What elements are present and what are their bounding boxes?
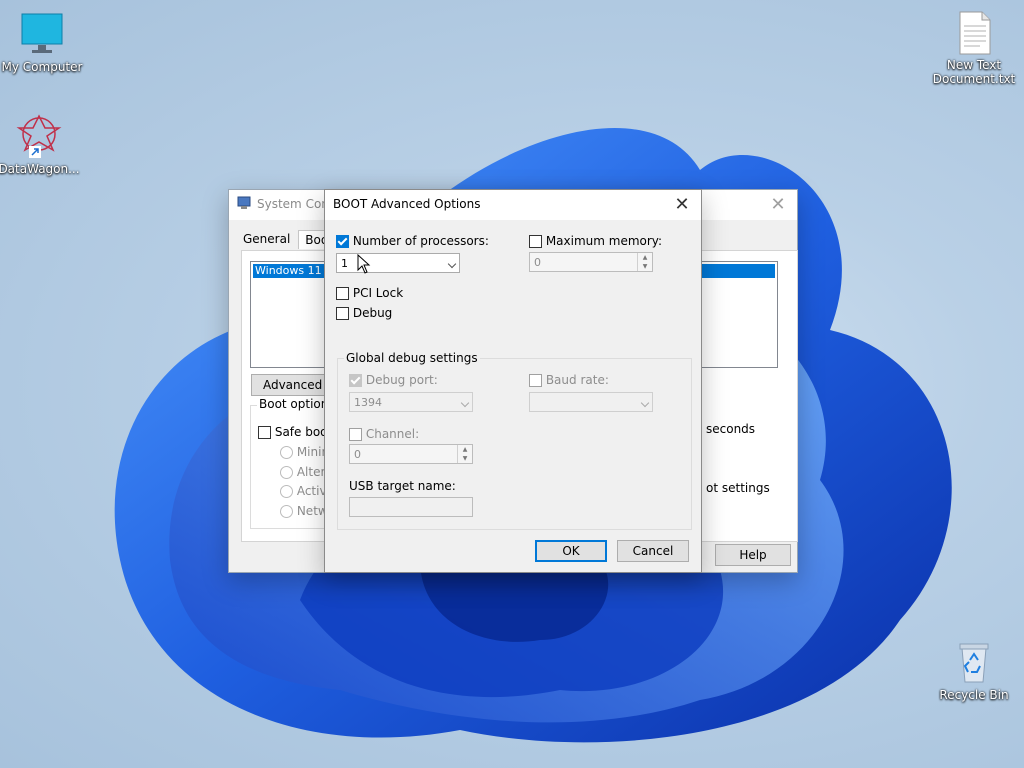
spin-down-icon[interactable]: ▼ — [638, 262, 652, 271]
desktop-icon-label: Recycle Bin — [939, 688, 1009, 702]
debug-checkbox[interactable]: Debug — [336, 306, 392, 320]
chevron-down-icon — [640, 398, 650, 408]
dropdown-value: 1394 — [354, 396, 382, 409]
baud-rate-checkbox[interactable]: Baud rate: — [529, 373, 609, 387]
close-icon[interactable]: ✕ — [765, 192, 791, 218]
radio-circle[interactable] — [280, 466, 293, 479]
radio-circle[interactable] — [280, 505, 293, 518]
checkbox-label: Debug — [352, 306, 393, 320]
channel-spinner[interactable]: 0 ▲ ▼ — [349, 444, 473, 464]
desktop-icon-recycle-bin[interactable]: Recycle Bin — [932, 638, 1016, 702]
usb-target-name-label: USB target name: — [349, 479, 456, 493]
checkbox-label: Maximum memory: — [545, 234, 663, 248]
dialog-title: BOOT Advanced Options — [333, 197, 481, 211]
spin-down-icon[interactable]: ▼ — [458, 454, 472, 463]
recycle-bin-icon — [950, 638, 998, 686]
msconfig-app-icon — [237, 196, 251, 210]
desktop-icon-label: New Text Document.txt — [932, 58, 1016, 86]
tab-general[interactable]: General — [237, 230, 296, 248]
spin-up-icon[interactable]: ▲ — [638, 253, 652, 262]
cancel-button[interactable]: Cancel — [617, 540, 689, 562]
text-document-icon — [950, 8, 998, 56]
dialog-body: Number of processors: 1 Maximum memory: … — [325, 220, 701, 572]
dropdown-value: 1 — [341, 257, 348, 270]
baud-rate-dropdown[interactable] — [529, 392, 653, 412]
spinner-buttons[interactable]: ▲ ▼ — [457, 445, 472, 463]
checkbox-box[interactable] — [349, 374, 362, 387]
safe-boot-checkbox[interactable]: Safe boo — [258, 425, 328, 439]
spinner-value: 0 — [534, 256, 541, 269]
checkbox-box[interactable] — [529, 374, 542, 387]
help-button[interactable]: Help — [715, 544, 791, 566]
boot-advanced-options-dialog[interactable]: BOOT Advanced Options ✕ Number of proces… — [324, 189, 702, 573]
maximum-memory-spinner[interactable]: 0 ▲ ▼ — [529, 252, 653, 272]
maximum-memory-checkbox[interactable]: Maximum memory: — [529, 234, 662, 248]
checkbox-box[interactable] — [336, 287, 349, 300]
chevron-down-icon — [460, 398, 470, 408]
boot-settings-label: ot settings — [706, 481, 770, 495]
channel-checkbox[interactable]: Channel: — [349, 427, 419, 441]
timeout-seconds-label: seconds — [706, 422, 756, 436]
window-title: System Conf — [257, 197, 334, 211]
desktop-icon-datawagon[interactable]: DataWagon... — [0, 112, 81, 176]
spinner-buttons[interactable]: ▲ ▼ — [637, 253, 652, 271]
spin-up-icon[interactable]: ▲ — [458, 445, 472, 454]
mouse-pointer-icon — [357, 254, 371, 274]
title-bar[interactable]: BOOT Advanced Options ✕ — [325, 190, 701, 220]
checkbox-box[interactable] — [529, 235, 542, 248]
monitor-icon — [18, 10, 66, 58]
desktop-icon-my-computer[interactable]: My Computer — [0, 10, 84, 74]
number-of-processors-checkbox[interactable]: Number of processors: — [336, 234, 489, 248]
number-of-processors-dropdown[interactable]: 1 — [336, 253, 460, 273]
checkbox-box[interactable] — [258, 426, 271, 439]
checkbox-label: Safe boo — [274, 425, 328, 439]
debug-port-checkbox[interactable]: Debug port: — [349, 373, 438, 387]
radio-circle[interactable] — [280, 446, 293, 459]
group-title: Global debug settings — [344, 351, 480, 365]
checkbox-box[interactable] — [336, 307, 349, 320]
checkbox-label: Number of processors: — [352, 234, 489, 248]
spinner-value: 0 — [354, 448, 361, 461]
checkbox-label: PCI Lock — [352, 286, 404, 300]
desktop-icon-label: DataWagon... — [0, 162, 80, 176]
chevron-down-icon — [447, 259, 457, 269]
desktop-icon-new-text-document[interactable]: New Text Document.txt — [932, 8, 1016, 86]
checkbox-box[interactable] — [336, 235, 349, 248]
datawagon-shortcut-icon — [15, 112, 63, 160]
desktop-icon-label: My Computer — [1, 60, 83, 74]
checkbox-label: Channel: — [365, 427, 420, 441]
ok-button[interactable]: OK — [535, 540, 607, 562]
checkbox-label: Debug port: — [365, 373, 438, 387]
usb-target-name-input[interactable] — [349, 497, 473, 517]
pci-lock-checkbox[interactable]: PCI Lock — [336, 286, 403, 300]
checkbox-label: Baud rate: — [545, 373, 609, 387]
debug-port-dropdown[interactable]: 1394 — [349, 392, 473, 412]
global-debug-settings-group: Global debug settings Debug port: 1394 B… — [337, 351, 692, 530]
close-icon[interactable]: ✕ — [669, 192, 695, 218]
radio-circle[interactable] — [280, 485, 293, 498]
checkbox-box[interactable] — [349, 428, 362, 441]
